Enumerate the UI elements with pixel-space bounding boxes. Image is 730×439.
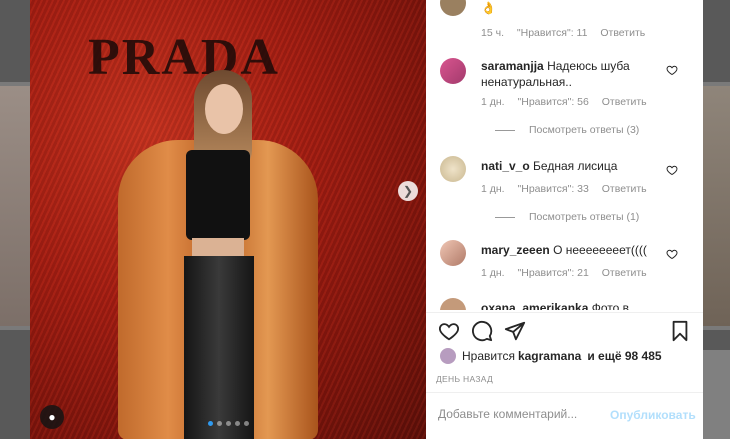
comments-list[interactable]: 👌 15 ч. "Нравится": 11 Ответить saramanj… [426,0,703,310]
carousel-dot [235,421,240,426]
view-replies-button[interactable]: Посмотреть ответы (1) [495,211,639,223]
comment-composer: Опубликовать [426,392,703,439]
post-timestamp[interactable]: ДЕНЬ НАЗАД [436,374,493,384]
replies-divider [495,129,515,131]
photo-person [108,70,328,439]
comment-time[interactable]: 15 ч. [481,27,504,39]
carousel-dot [217,421,222,426]
comment-time[interactable]: 1 дн. [481,183,505,195]
background-left-post [0,86,30,326]
comment-time[interactable]: 1 дн. [481,267,505,279]
comments-panel: 👌 15 ч. "Нравится": 11 Ответить saramanj… [426,0,703,439]
liked-by-username[interactable]: kagramana [518,349,581,363]
post-photo[interactable]: PRADA ❯ ● [30,0,426,439]
publish-button[interactable]: Опубликовать [610,408,696,422]
post-modal: PRADA ❯ ● 👌 15 ч. "Нравится": 11 Ответит… [30,0,703,439]
share-icon[interactable] [504,320,526,342]
comment-text: oxana_amerikanka Фото в такой [481,300,661,310]
comment-meta: 15 ч. "Нравится": 11 Ответить [481,27,655,39]
avatar[interactable] [440,156,466,182]
comment-username[interactable]: nati_v_o [481,159,530,173]
comment-body: Бедная лисица [533,159,618,173]
avatar[interactable] [440,240,466,266]
heart-icon[interactable] [438,320,460,342]
comment-likes[interactable]: "Нравится": 11 [517,27,588,39]
face [205,84,243,134]
heart-icon[interactable] [666,64,678,76]
comment-icon[interactable] [471,320,493,342]
comment-username[interactable]: oxana_amerikanka [481,301,588,310]
comment-text: mary_zeeen О неееееееет(((( [481,242,661,258]
avatar[interactable] [440,298,466,310]
liker-avatar[interactable] [440,348,456,364]
comment-body: 👌 [481,1,496,15]
reply-button[interactable]: Ответить [602,183,647,195]
post-actions [426,312,703,346]
user-icon: ● [48,410,56,424]
comment-time[interactable]: 1 дн. [481,96,505,108]
heart-icon[interactable] [666,248,678,260]
avatar[interactable] [440,58,466,84]
reply-button[interactable]: Ответить [600,27,645,39]
view-replies-label: Посмотреть ответы (3) [529,124,640,136]
comment-username[interactable]: mary_zeeen [481,243,550,257]
liked-by-count[interactable]: и ещё 98 485 [587,349,661,363]
comment-text: 👌 [481,0,661,16]
comment-likes[interactable]: "Нравится": 21 [518,267,589,279]
tagged-users-button[interactable]: ● [40,405,64,429]
bookmark-icon[interactable] [669,320,691,342]
leather-pants [184,256,254,439]
background-bottom-post [703,350,730,439]
comment-meta: 1 дн. "Нравится": 56 Ответить [481,96,657,108]
black-top [186,150,250,240]
carousel-indicator [208,421,249,426]
carousel-dot [208,421,213,426]
comment-meta: 1 дн. "Нравится": 33 Ответить [481,183,657,195]
comment-username[interactable]: saramanjja [481,59,544,73]
midriff [192,238,244,256]
view-replies-label: Посмотреть ответы (1) [529,211,640,223]
comment-likes[interactable]: "Нравится": 56 [518,96,589,108]
comment-meta: 1 дн. "Нравится": 21 Ответить [481,267,657,279]
reply-button[interactable]: Ответить [602,96,647,108]
background-right-post [703,86,730,326]
carousel-dot [226,421,231,426]
next-photo-button[interactable]: ❯ [398,181,418,201]
view-replies-button[interactable]: Посмотреть ответы (3) [495,124,639,136]
reply-button[interactable]: Ответить [602,267,647,279]
avatar[interactable] [440,0,466,16]
liked-by-prefix: Нравится [462,349,515,363]
carousel-dot [244,421,249,426]
comment-likes[interactable]: "Нравится": 33 [518,183,589,195]
comment-text: saramanjja Надеюсь шуба ненатуральная.. [481,58,661,90]
heart-icon[interactable] [666,164,678,176]
chevron-right-icon: ❯ [402,184,414,198]
comment-input[interactable] [438,407,608,421]
liked-by: Нравится kagramana и ещё 98 485 [440,348,665,364]
replies-divider [495,216,515,218]
comment-body: О неееееееет(((( [553,243,647,257]
comment-text: nati_v_o Бедная лисица [481,158,661,174]
